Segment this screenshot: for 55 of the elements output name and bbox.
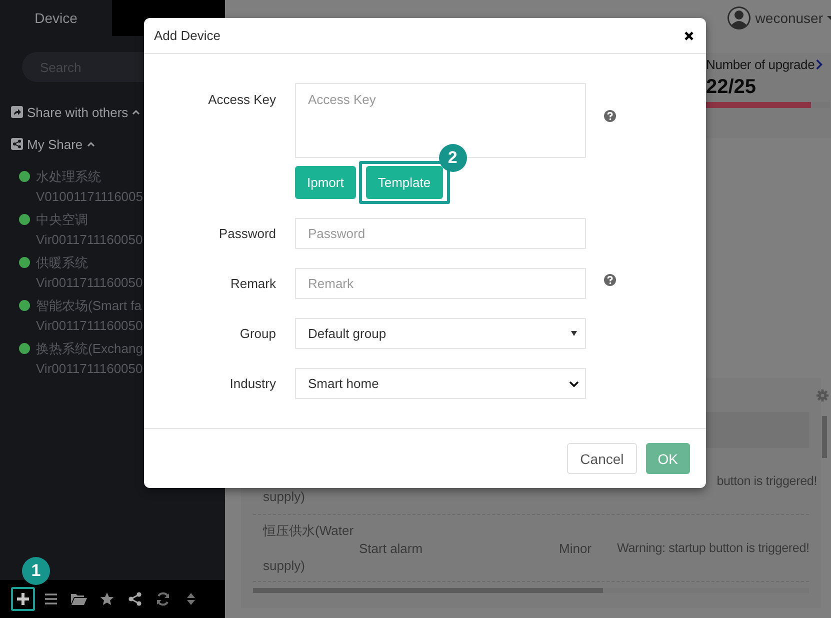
share-icon	[11, 106, 23, 118]
dialog-title: Add Device	[154, 28, 220, 43]
menu-icon	[44, 592, 58, 606]
stat-label: Number of upgrade	[706, 57, 815, 72]
table-cell-text: supply)	[263, 489, 306, 506]
device-id: Vir0011711160050	[36, 232, 143, 247]
folder-icon	[71, 592, 87, 606]
industry-select[interactable]: Smart home	[295, 368, 586, 399]
scrollbar-thumb[interactable]	[253, 588, 603, 593]
section-title[interactable]: Share with others	[27, 104, 128, 120]
table-cell: Warning: startup button is triggered!	[617, 541, 810, 555]
field-label: Access Key	[207, 92, 277, 107]
scrollbar-thumb[interactable]	[822, 416, 827, 458]
close-icon[interactable]	[684, 30, 694, 40]
section-title[interactable]: My Share	[27, 136, 83, 152]
field-label: Group	[238, 325, 277, 343]
device-id: Vir0011711160050	[36, 318, 143, 333]
share-icon	[128, 592, 142, 606]
field-label: Remark	[229, 275, 277, 293]
table-cell: button is triggered!	[716, 474, 817, 488]
group-dropdown[interactable]: Default group	[295, 318, 586, 349]
input-field[interactable]: Remark	[295, 268, 586, 299]
device-name[interactable]: 换热系统(Exchang	[36, 341, 143, 356]
device-id: Vir0011711160050	[36, 361, 143, 376]
stat-value: 22/25	[706, 76, 758, 99]
sort-icon	[186, 592, 196, 606]
ok-button[interactable]: OK	[646, 443, 690, 474]
cancel-button[interactable]: Cancel	[567, 443, 637, 474]
user-menu[interactable]: weconuser	[727, 6, 831, 30]
table-cell-text: 恒压供水(Water supply)	[263, 523, 355, 573]
share-icon	[11, 138, 23, 150]
step-badge: 1	[22, 557, 50, 585]
table-cell: Start alarm	[359, 540, 423, 556]
plus-icon	[16, 592, 30, 606]
field-label: Industry	[228, 375, 277, 393]
device-id: Vir0011711160050	[36, 275, 143, 290]
star-icon	[100, 592, 114, 606]
help-icon[interactable]	[604, 110, 616, 122]
template-button[interactable]: Template	[366, 166, 443, 199]
table-cell: Minor	[559, 540, 592, 556]
device-name[interactable]: 智能农场(Smart fa	[36, 298, 143, 313]
help-icon[interactable]	[604, 274, 616, 286]
device-name[interactable]: 水处理系统	[36, 169, 143, 184]
device-name[interactable]: 供暖系统	[36, 255, 143, 270]
device-name[interactable]: 中央空调	[36, 212, 143, 227]
chevron-right-icon[interactable]	[816, 59, 823, 70]
caret-icon	[571, 331, 577, 336]
field-label: Password	[218, 225, 277, 243]
input-field[interactable]: Password	[295, 218, 586, 249]
chevron-down-icon	[569, 380, 579, 386]
refresh-icon	[156, 592, 170, 606]
avatar-icon	[727, 6, 752, 30]
sidebar-tab[interactable]: Device	[0, 0, 112, 36]
import-button[interactable]: Ipmort	[295, 166, 356, 199]
device-id: V01001171116005	[36, 189, 143, 204]
